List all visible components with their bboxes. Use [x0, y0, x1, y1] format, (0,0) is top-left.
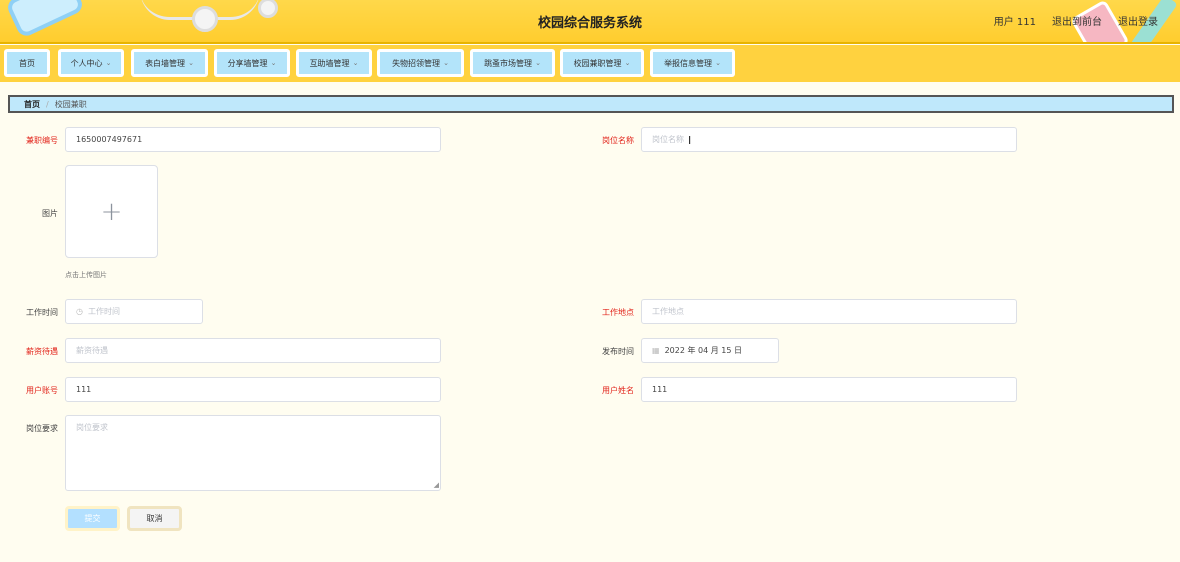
main-nav: 首页 个人中心 ⌄ 表白墙管理 ⌄ 分享墙管理 ⌄ 互助墙管理 ⌄ 失物招领管理 ⌄ 跳蚤…: [0, 45, 1180, 82]
work-time-picker[interactable]: ◷ 工作时间: [65, 299, 203, 324]
top-header: 校园综合服务系统 用户 111 退出到前台 退出登录: [0, 0, 1180, 44]
breadcrumb-separator: /: [46, 99, 49, 109]
submit-button[interactable]: 提交: [65, 506, 120, 531]
breadcrumb: 首页 / 校园兼职: [8, 95, 1174, 113]
nav-label: 互助墙管理: [309, 58, 350, 68]
text-cursor-icon: I: [688, 134, 692, 147]
chevron-down-icon: ⌄: [352, 59, 359, 67]
publish-time-value: 2022 年 04 月 15 日: [664, 346, 742, 355]
user-account-label: 用户账号: [26, 386, 58, 395]
chevron-down-icon: ⌄: [535, 59, 541, 67]
user-area: 用户 111 退出到前台 退出登录: [994, 13, 1158, 28]
nav-lost-found[interactable]: 失物招领管理 ⌄: [377, 49, 464, 77]
nav-label: 失物招领管理: [392, 58, 441, 68]
chevron-down-icon: ⌄: [188, 59, 194, 67]
nav-label: 表白墙管理: [145, 58, 186, 68]
upload-tip: 点击上传图片: [65, 271, 107, 279]
user-account-input[interactable]: 111: [65, 377, 441, 402]
logout-link[interactable]: 退出登录: [1118, 13, 1158, 28]
job-no-label: 兼职编号: [26, 136, 58, 145]
work-time-label: 工作时间: [26, 308, 58, 317]
image-upload-button[interactable]: +: [65, 165, 158, 258]
publish-time-picker[interactable]: ▦ 2022 年 04 月 15 日: [641, 338, 779, 363]
plus-icon: +: [100, 196, 123, 227]
chevron-down-icon: ⌄: [443, 59, 449, 67]
nav-part-time[interactable]: 校园兼职管理 ⌄: [560, 49, 644, 77]
job-no-input[interactable]: 1650007497671: [65, 127, 441, 152]
nav-home[interactable]: 首页: [4, 49, 50, 77]
clock-icon: ◷: [76, 307, 83, 316]
requirement-label: 岗位要求: [26, 424, 58, 433]
current-user-label: 用户 111: [993, 17, 1036, 28]
publish-time-label: 发布时间: [602, 347, 634, 356]
nav-help-wall[interactable]: 互助墙管理 ⌄: [296, 49, 372, 77]
chevron-down-icon: ⌄: [270, 59, 277, 67]
nav-label: 首页: [19, 58, 35, 68]
chevron-down-icon: ⌄: [715, 59, 721, 67]
resize-handle-icon[interactable]: ◢: [434, 481, 439, 489]
work-time-placeholder: 工作时间: [87, 307, 120, 316]
cancel-button[interactable]: 取消: [127, 506, 182, 531]
breadcrumb-home[interactable]: 首页: [24, 99, 40, 110]
chevron-down-icon: ⌄: [105, 59, 112, 67]
nav-label: 个人中心: [70, 58, 103, 68]
nav-report[interactable]: 举报信息管理 ⌄: [650, 49, 735, 77]
image-label: 图片: [42, 209, 58, 218]
breadcrumb-current: 校园兼职: [54, 99, 87, 109]
user-name-input[interactable]: 111: [641, 377, 1017, 402]
nav-label: 跳蚤市场管理: [484, 58, 533, 68]
nav-label: 举报信息管理: [664, 58, 713, 68]
chevron-down-icon: ⌄: [624, 59, 631, 67]
nav-flea-market[interactable]: 跳蚤市场管理 ⌄: [470, 49, 555, 77]
nav-label: 校园兼职管理: [573, 58, 622, 68]
position-label: 岗位名称: [602, 136, 634, 145]
salary-input[interactable]: 薪资待遇: [65, 338, 441, 363]
nav-confession-wall[interactable]: 表白墙管理 ⌄: [131, 49, 208, 77]
position-input[interactable]: 岗位名称: [641, 127, 1017, 152]
nav-label: 分享墙管理: [227, 58, 268, 68]
work-place-input[interactable]: 工作地点: [641, 299, 1017, 324]
back-to-front-link[interactable]: 退出到前台: [1052, 13, 1102, 28]
user-name-label: 用户姓名: [602, 386, 634, 395]
requirement-placeholder: 岗位要求: [76, 423, 108, 432]
work-place-label: 工作地点: [602, 308, 634, 317]
calendar-icon: ▦: [652, 346, 660, 355]
nav-share-wall[interactable]: 分享墙管理 ⌄: [214, 49, 290, 77]
nav-personal-center[interactable]: 个人中心 ⌄: [58, 49, 124, 77]
salary-label: 薪资待遇: [26, 347, 58, 356]
requirement-textarea[interactable]: 岗位要求 ◢: [65, 415, 441, 491]
